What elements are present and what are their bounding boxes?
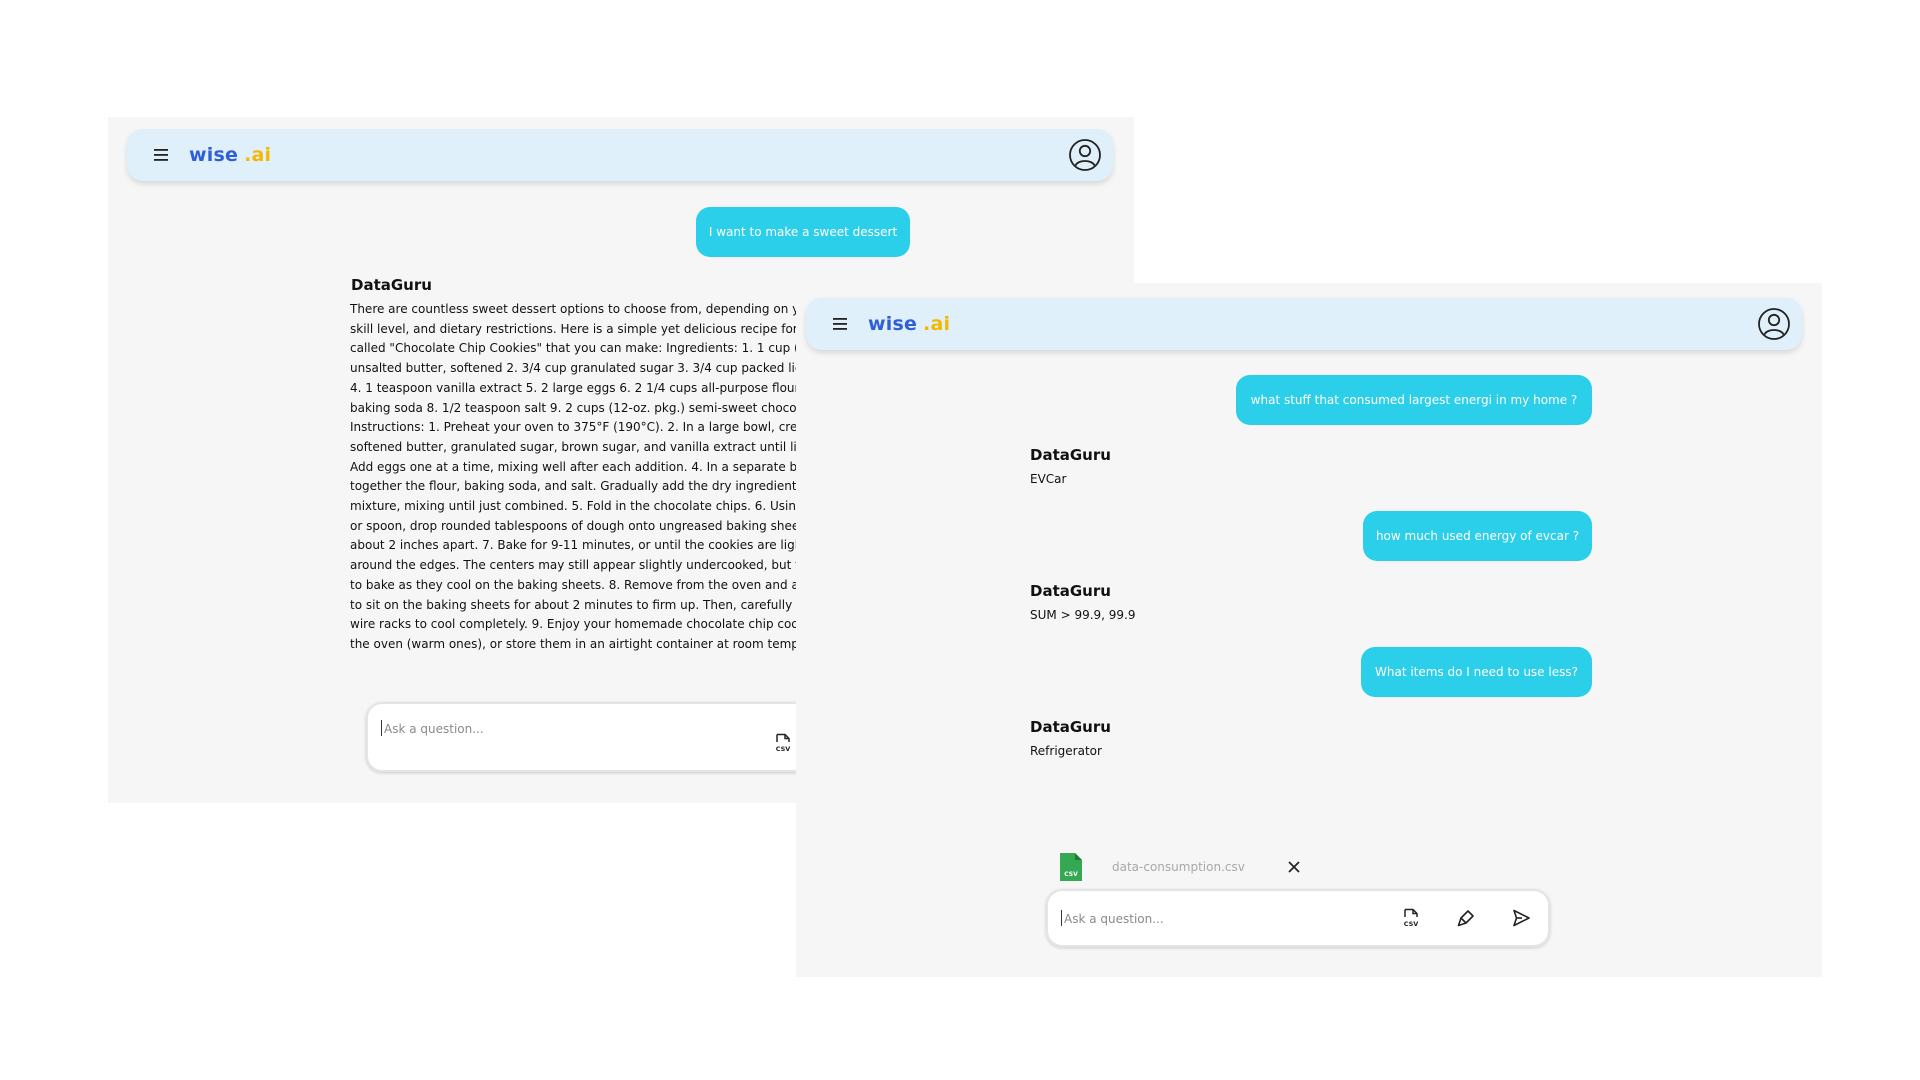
bot-response-line: unsalted butter, softened 2. 3/4 cup gra…: [350, 361, 811, 376]
bot-response-line: wire racks to cool completely. 9. Enjoy …: [350, 617, 806, 632]
bot-response-line: to bake as they cool on the baking sheet…: [350, 577, 813, 592]
csv-file-icon: CSV: [1058, 852, 1084, 882]
user-message-bubble: I want to make a sweet dessert: [696, 207, 910, 257]
bot-response-line: about 2 inches apart. 7. Bake for 9-11 m…: [350, 538, 808, 553]
brand-suffix: .ai: [923, 313, 951, 335]
hamburger-menu-icon[interactable]: [147, 141, 175, 169]
brand-logo[interactable]: wise .ai: [868, 313, 950, 335]
bot-response-line: mixture, mixing until just combined. 5. …: [350, 499, 815, 514]
brush-icon[interactable]: [1455, 907, 1477, 929]
file-icon-text: CSV: [1064, 871, 1078, 878]
csv-upload-icon[interactable]: CSV: [772, 732, 794, 754]
user-avatar-icon[interactable]: [1756, 306, 1792, 342]
bot-name: DataGuru: [1030, 582, 1111, 600]
bot-response-line: around the edges. The centers may still …: [350, 558, 808, 573]
close-icon[interactable]: [1285, 858, 1303, 876]
bot-response: SUM > 99.9, 99.9: [1030, 608, 1136, 622]
bot-response: EVCar: [1030, 472, 1067, 486]
bot-response-line: together the flour, baking soda, and sal…: [350, 479, 803, 494]
hamburger-menu-icon[interactable]: [826, 310, 854, 338]
csv-upload-icon[interactable]: CSV: [1400, 907, 1422, 929]
bot-response-line: Add eggs one at a time, mixing well afte…: [350, 459, 812, 474]
bot-response-line: called "Chocolate Chip Cookies" that you…: [350, 341, 817, 356]
bot-response-line: There are countless sweet dessert option…: [350, 302, 807, 316]
bot-response: There are countless sweet dessert option…: [350, 300, 850, 655]
bot-response-line: to sit on the baking sheets for about 2 …: [350, 597, 806, 612]
top-bar: wise .ai: [806, 298, 1802, 350]
bot-response-line: 4. 1 teaspoon vanilla extract 5. 2 large…: [350, 380, 811, 395]
bot-name: DataGuru: [1030, 718, 1111, 736]
brand-suffix: .ai: [244, 144, 272, 166]
send-icon[interactable]: [1510, 907, 1532, 929]
user-avatar-icon[interactable]: [1067, 137, 1103, 173]
user-message-bubble: how much used energy of evcar ?: [1363, 511, 1592, 561]
attachment-chip: CSV data-consumption.csv: [1058, 851, 1303, 883]
attachment-file-name: data-consumption.csv: [1112, 860, 1245, 874]
chat-window-front: wise .ai what stuff that consumed largest…: [796, 283, 1822, 977]
brand-name: wise: [868, 313, 918, 335]
csv-icon-text: CSV: [1404, 920, 1419, 928]
bot-response-line: softened butter, granulated sugar, brown…: [350, 439, 812, 454]
brand-logo[interactable]: wise .ai: [189, 144, 271, 166]
question-box: CSV: [1046, 889, 1550, 947]
bot-response-line: skill level, and dietary restrictions. H…: [350, 321, 809, 336]
user-message-bubble: what stuff that consumed largest energi …: [1236, 375, 1592, 425]
question-input[interactable]: [382, 716, 766, 742]
brand-name: wise: [189, 144, 239, 166]
bot-response-line: or spoon, drop rounded tablespoons of do…: [350, 518, 800, 533]
bot-response-line: Instructions: 1. Preheat your oven to 37…: [350, 420, 817, 435]
bot-name: DataGuru: [1030, 446, 1111, 464]
csv-icon-text: CSV: [776, 745, 791, 753]
bot-response: Refrigerator: [1030, 744, 1102, 758]
question-box: CSV: [366, 702, 866, 772]
bot-response-line: the oven (warm ones), or store them in a…: [350, 636, 807, 651]
bot-response-line: baking soda 8. 1/2 teaspoon salt 9. 2 cu…: [350, 400, 813, 415]
user-message-bubble: What items do I need to use less?: [1361, 647, 1592, 697]
bot-name: DataGuru: [351, 276, 432, 294]
top-bar: wise .ai: [127, 129, 1113, 181]
question-input[interactable]: [1062, 906, 1396, 932]
